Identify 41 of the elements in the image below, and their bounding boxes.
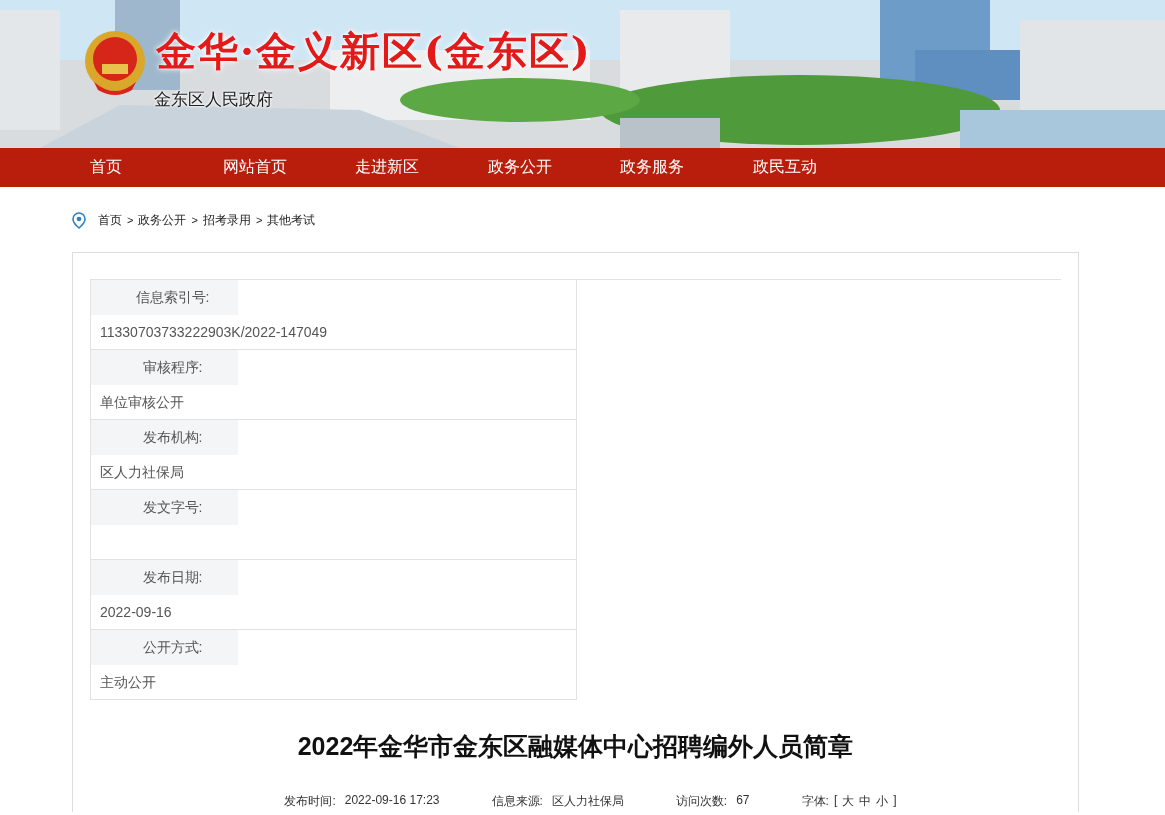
font-size-link[interactable]: 中 xyxy=(859,793,872,810)
field-value: 单位审核公开 xyxy=(99,393,185,412)
meta-value: 67 xyxy=(736,793,750,809)
meta-value: 区人力社保局 xyxy=(551,793,624,810)
article-title: 2022年金华市金东区融媒体中心招聘编外人员简章 xyxy=(296,731,855,762)
field-label: 公开方式: xyxy=(91,630,238,665)
field-label: 发文字号: xyxy=(91,490,238,525)
field-label: 发布机构: xyxy=(91,420,238,455)
nav-link[interactable]: 网站首页 xyxy=(222,157,355,178)
bracket: ] xyxy=(893,793,897,809)
location-icon xyxy=(72,211,86,229)
field-value: 区人力社保局 xyxy=(99,463,185,482)
field-value: 11330703733222903K/2022-147049 xyxy=(99,323,329,342)
nav-link[interactable]: 走进新区 xyxy=(355,157,488,178)
nav-link[interactable]: 政务服务 xyxy=(620,157,753,178)
breadcrumb-link[interactable]: 首页 xyxy=(98,211,122,229)
separator: > xyxy=(255,214,263,226)
field-value: 2022-09-16 xyxy=(99,603,173,622)
meta-label: 字体: xyxy=(801,793,829,810)
bracket: [ xyxy=(833,793,838,809)
site-title: 金华·金义新区(金东区) xyxy=(156,26,592,76)
breadcrumb-link[interactable]: 政务公开 xyxy=(138,211,187,229)
meta-value: 2022-09-16 17:23 xyxy=(344,793,440,809)
emblem-icon xyxy=(84,30,146,96)
meta-label: 发布时间: xyxy=(284,793,336,810)
field-label: 发布日期: xyxy=(91,560,238,595)
field-label: 审核程序: xyxy=(91,350,238,385)
field-label: 信息索引号: xyxy=(91,280,238,315)
nav-link[interactable]: 政民互动 xyxy=(752,157,885,178)
nav-link[interactable]: 首页 xyxy=(90,157,223,178)
breadcrumb-link[interactable]: 招考录用 xyxy=(202,211,251,229)
meta-label: 访问次数: xyxy=(675,793,728,810)
field-value: 主动公开 xyxy=(99,673,157,692)
meta-label: 信息来源: xyxy=(491,793,543,810)
font-size-link[interactable]: 小 xyxy=(876,793,889,810)
separator: > xyxy=(191,214,198,226)
separator: > xyxy=(127,214,134,226)
breadcrumb-link[interactable]: 其他考试 xyxy=(267,211,316,229)
font-size-link[interactable]: 大 xyxy=(842,793,855,810)
nav-link[interactable]: 政务公开 xyxy=(487,157,620,178)
site-subtitle: 金东区人民政府 xyxy=(154,89,273,111)
